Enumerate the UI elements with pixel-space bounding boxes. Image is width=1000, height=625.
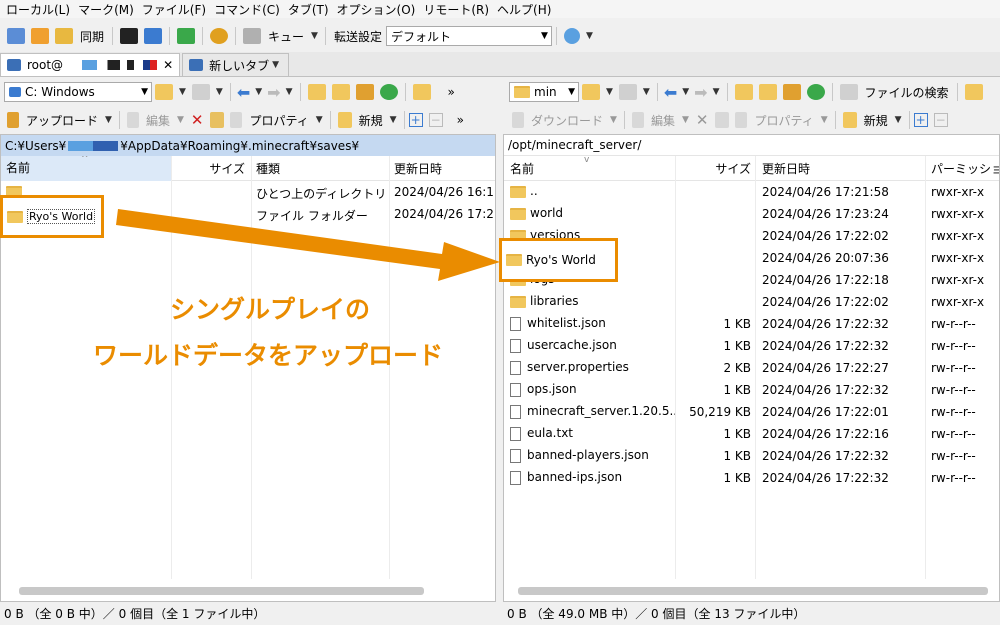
annotation-line-1: シングルプレイの [169,295,370,324]
arrow-icon [116,209,500,281]
annotation-line-2: ワールドデータをアップロード [92,341,443,370]
